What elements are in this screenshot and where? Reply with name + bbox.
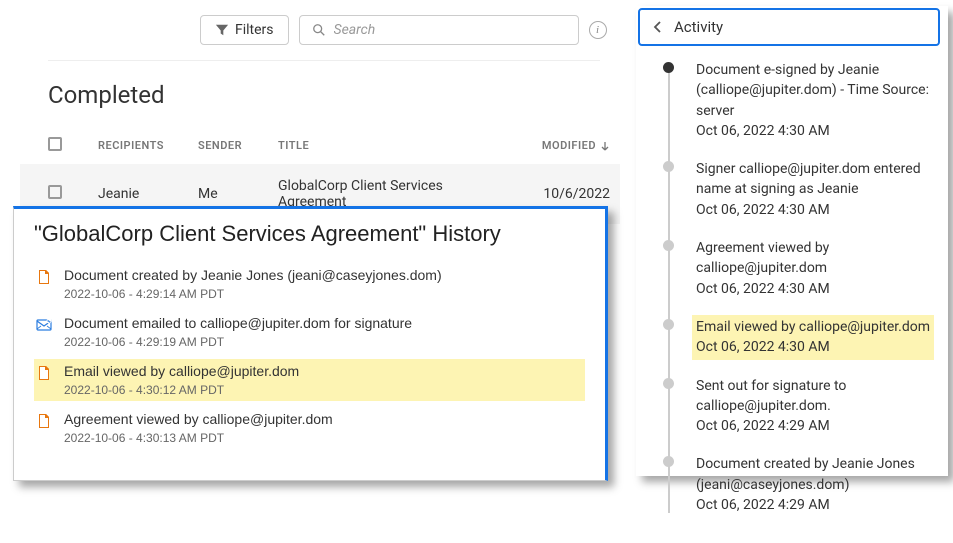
activity-dot [663,319,674,330]
history-item-time: 2022-10-06 - 4:30:13 AM PDT [64,431,333,445]
search-input[interactable] [334,22,566,38]
activity-item-text: Signer calliope@jupiter.dom entered name… [692,157,936,222]
row-modified: 10/6/2022 [510,186,610,202]
back-chevron-icon[interactable] [652,20,664,34]
document-icon [36,365,54,397]
history-item-desc: Document created by Jeanie Jones (jeani@… [64,267,442,283]
history-item: Document created by Jeanie Jones (jeani@… [34,263,585,305]
activity-item-date: Oct 06, 2022 4:30 AM [696,339,830,355]
filters-label: Filters [235,22,274,38]
mail-icon [36,317,54,349]
history-item-text: Document emailed to calliope@jupiter.dom… [64,315,412,349]
activity-header-label: Activity [674,18,723,36]
activity-dot [663,240,674,251]
history-item: Email viewed by calliope@jupiter.dom 2022… [34,359,585,401]
activity-item-date: Oct 06, 2022 4:29 AM [696,497,830,513]
header-modified[interactable]: MODIFIED [510,139,610,152]
history-item-desc: Document emailed to calliope@jupiter.dom… [64,315,412,331]
activity-item-text: Email viewed by calliope@jupiter.domOct … [692,315,934,360]
history-item-time: 2022-10-06 - 4:29:19 AM PDT [64,335,412,349]
info-icon[interactable]: i [589,21,607,39]
history-item: Document emailed to calliope@jupiter.dom… [34,311,585,353]
activity-dot [663,62,674,73]
activity-item: Signer calliope@jupiter.dom entered name… [652,157,936,222]
activity-item-date: Oct 06, 2022 4:30 AM [696,123,830,139]
activity-item-date: Oct 06, 2022 4:29 AM [696,418,830,434]
header-recipients[interactable]: RECIPIENTS [98,139,198,152]
activity-item: Document created by Jeanie Jones (jeani@… [652,452,936,517]
activity-item-text: Agreement viewed by calliope@jupiter.dom… [692,236,936,301]
history-list: Document created by Jeanie Jones (jeani@… [34,263,585,449]
history-item-time: 2022-10-06 - 4:29:14 AM PDT [64,287,442,301]
activity-item: Sent out for signature to calliope@jupit… [652,374,936,439]
header-title[interactable]: TITLE [278,139,510,152]
activity-header: Activity [638,8,940,46]
activity-item-text: Document created by Jeanie Jones (jeani@… [692,452,936,517]
activity-dot [663,378,674,389]
history-item-desc: Email viewed by calliope@jupiter.dom [64,363,299,379]
document-icon [36,269,54,301]
activity-item: Email viewed by calliope@jupiter.domOct … [652,315,936,360]
history-item: Agreement viewed by calliope@jupiter.dom… [34,407,585,449]
document-icon [36,413,54,445]
filters-button[interactable]: Filters [200,15,289,45]
filter-divider [48,60,600,61]
table-header: RECIPIENTS SENDER TITLE MODIFIED [20,127,620,164]
row-checkbox[interactable] [48,185,62,199]
activity-dot [663,161,674,172]
history-item-text: Document created by Jeanie Jones (jeani@… [64,267,442,301]
header-sender[interactable]: SENDER [198,139,278,152]
main-area: Filters i Completed RECIPIENTS SENDER TI… [0,0,620,224]
history-item-desc: Agreement viewed by calliope@jupiter.dom [64,411,333,427]
activity-item: Document e-signed by Jeanie (calliope@ju… [652,58,936,143]
header-modified-label: MODIFIED [542,139,596,152]
row-sender: Me [198,186,278,202]
history-title: "GlobalCorp Client Services Agreement" H… [34,221,585,247]
activity-item: Agreement viewed by calliope@jupiter.dom… [652,236,936,301]
activity-item-date: Oct 06, 2022 4:30 AM [696,202,830,218]
search-icon [312,23,326,37]
activity-item-date: Oct 06, 2022 4:30 AM [696,281,830,297]
activity-item-text: Document e-signed by Jeanie (calliope@ju… [692,58,936,143]
select-all-checkbox[interactable] [48,137,62,151]
history-item-text: Agreement viewed by calliope@jupiter.dom… [64,411,333,445]
sort-down-icon [600,141,610,151]
row-recipient: Jeanie [98,186,198,202]
history-item-text: Email viewed by calliope@jupiter.dom 2022… [64,363,299,397]
activity-item-text: Sent out for signature to calliope@jupit… [692,374,936,439]
completed-heading: Completed [48,81,620,109]
activity-panel: Activity Document e-signed by Jeanie (ca… [636,6,948,476]
funnel-icon [215,23,229,37]
history-popup: "GlobalCorp Client Services Agreement" H… [13,206,608,481]
filter-bar: Filters i [0,0,620,60]
activity-timeline: Document e-signed by Jeanie (calliope@ju… [636,52,948,543]
history-item-time: 2022-10-06 - 4:30:12 AM PDT [64,383,299,397]
activity-dot [663,456,674,467]
search-box[interactable] [299,15,579,45]
